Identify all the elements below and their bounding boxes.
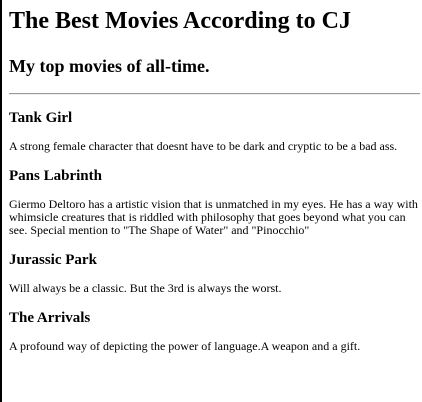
movie-description: A profound way of depicting the power of… bbox=[9, 339, 361, 353]
movie-description: A strong female character that doesnt ha… bbox=[9, 139, 398, 153]
window-left-edge bbox=[0, 0, 2, 402]
movie-title: Jurassic Park bbox=[9, 252, 97, 268]
divider bbox=[9, 93, 420, 95]
page-subtitle: My top movies of all-time. bbox=[9, 56, 210, 76]
movie-title: Tank Girl bbox=[9, 110, 73, 126]
movie-item: Pans Labrinth Giermo Deltoro has a artis… bbox=[9, 167, 422, 237]
page-title: The Best Movies According to CJ bbox=[9, 8, 351, 34]
movie-item: Jurassic Park Will always be a classic. … bbox=[9, 251, 422, 295]
movie-item: The Arrivals A profound way of depicting… bbox=[9, 309, 422, 353]
movie-title: The Arrivals bbox=[9, 310, 91, 326]
movie-description: Giermo Deltoro has a artistic vision tha… bbox=[9, 197, 418, 237]
page-content: The Best Movies According to CJ My top m… bbox=[9, 0, 422, 353]
movie-item: Tank Girl A strong female character that… bbox=[9, 109, 422, 153]
movie-title: Pans Labrinth bbox=[9, 168, 102, 184]
movie-description: Will always be a classic. But the 3rd is… bbox=[9, 281, 282, 295]
